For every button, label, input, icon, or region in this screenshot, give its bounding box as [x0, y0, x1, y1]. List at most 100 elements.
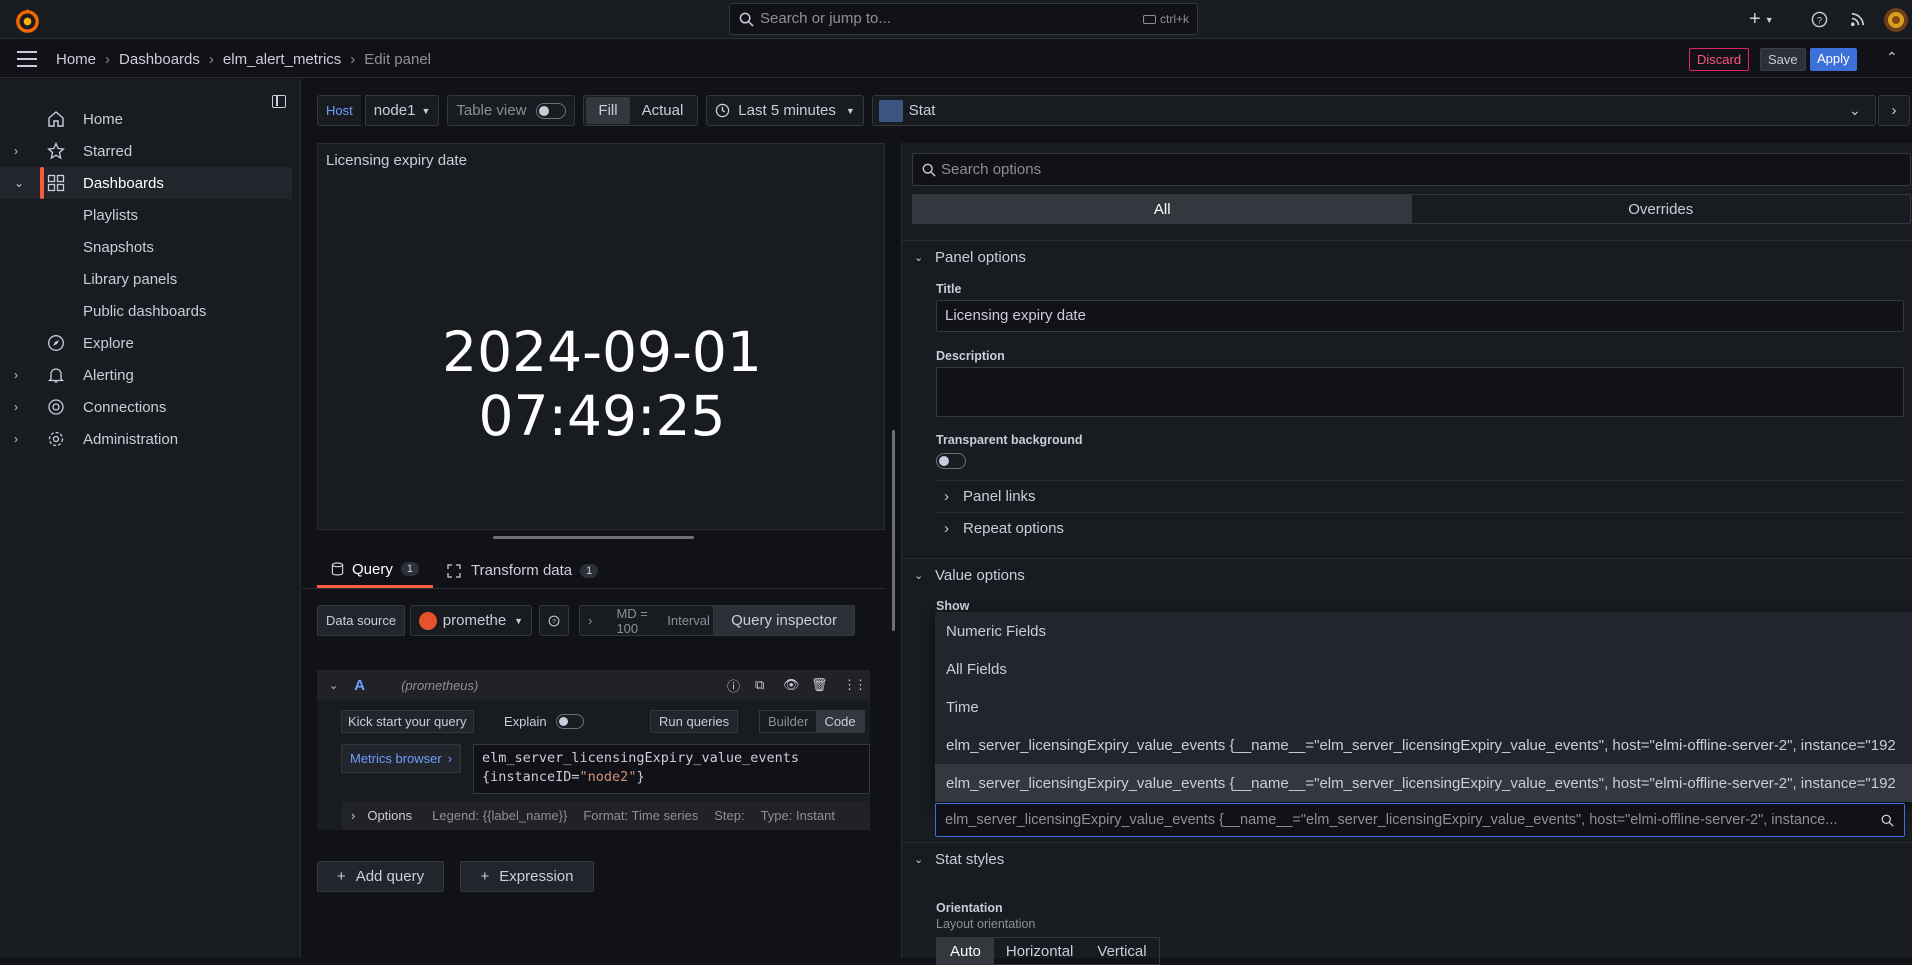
help-button[interactable]: ? [1811, 0, 1828, 39]
kickstart-button[interactable]: Kick start your query [341, 710, 474, 733]
chevron-right-icon[interactable]: › [14, 400, 18, 414]
dropdown-option-time[interactable]: Time [935, 688, 1912, 726]
breadcrumb-home[interactable]: Home [56, 51, 96, 68]
search-icon [922, 163, 936, 177]
tab-transform[interactable]: Transform data 1 [433, 553, 612, 588]
explain-toggle[interactable] [556, 714, 584, 729]
chevron-down-icon: ⌄ [914, 854, 924, 866]
time-range-label: Last 5 minutes [738, 102, 836, 119]
dropdown-option-numeric-fields[interactable]: Numeric Fields [935, 612, 1912, 650]
run-queries-button[interactable]: Run queries [650, 710, 739, 733]
help-icon[interactable]: ⓘ [727, 676, 740, 695]
panel-links-row[interactable]: › Panel links [936, 480, 1904, 512]
metrics-browser-button[interactable]: Metrics browser › [341, 744, 462, 773]
chevron-down-icon: ▼ [421, 105, 431, 116]
repeat-options-label: Repeat options [963, 520, 1064, 537]
time-range-picker[interactable]: Last 5 minutes ▼ [706, 95, 864, 126]
section-stat-styles[interactable]: ⌄ Stat styles [902, 842, 1912, 876]
datasource-help-button[interactable]: ? [539, 605, 570, 636]
duplicate-icon[interactable]: ⧉ [755, 677, 764, 693]
resize-handle[interactable] [493, 536, 694, 539]
toggle-switch[interactable] [536, 102, 567, 119]
sidebar-item-dashboards[interactable]: ⌄ Dashboards [0, 167, 292, 199]
sidebar-item-snapshots[interactable]: Snapshots [0, 231, 292, 263]
transparent-toggle[interactable] [936, 453, 966, 469]
dropdown-option-all-fields[interactable]: All Fields [935, 650, 1912, 688]
drag-handle-icon[interactable]: ⋮⋮ [843, 677, 867, 693]
section-panel-options[interactable]: ⌄ Panel options [902, 240, 1912, 274]
discard-button[interactable]: Discard [1689, 48, 1750, 71]
breadcrumb: Home › Dashboards › elm_alert_metrics › Edi… [56, 40, 431, 78]
news-button[interactable] [1850, 0, 1865, 39]
chevron-down-icon[interactable]: ⌄ [14, 176, 24, 190]
orientation-horizontal[interactable]: Horizontal [994, 938, 1086, 964]
query-options-row[interactable]: › Options Legend: {{label_name}} Format:… [341, 801, 870, 830]
sidebar-item-label: Explore [83, 334, 134, 352]
menu-icon[interactable] [17, 51, 37, 67]
tab-query[interactable]: Query 1 [317, 553, 433, 588]
table-view-toggle[interactable]: Table view [447, 95, 576, 126]
fill-option[interactable]: Fill [586, 97, 630, 124]
fill-actual-segment: Fill Actual [583, 95, 699, 126]
chevron-down-icon[interactable]: ⌄ [1849, 102, 1861, 119]
sidebar-item-public-dashboards[interactable]: Public dashboards [0, 295, 292, 327]
query-ref-id[interactable]: A [354, 677, 365, 694]
breadcrumb-dashboard[interactable]: elm_alert_metrics [223, 51, 341, 68]
visualization-picker[interactable]: Stat ⌄ [871, 95, 1876, 126]
datasource-picker[interactable]: promethe ▼ [410, 605, 533, 636]
collapse-icon[interactable]: ⌃ [1886, 49, 1898, 66]
save-button[interactable]: Save [1760, 48, 1806, 71]
add-query-button[interactable]: + Add query [317, 861, 444, 892]
promql-line-2: {instanceID="node2"} [482, 768, 861, 787]
sidebar-item-playlists[interactable]: Playlists [0, 199, 292, 231]
sidebar-item-label: Connections [83, 398, 167, 416]
sidebar-item-home[interactable]: Home [0, 103, 292, 135]
tab-overrides[interactable]: Overrides [1412, 195, 1911, 223]
vertical-resize-handle[interactable] [892, 430, 895, 631]
chevron-down-icon[interactable]: ⌄ [329, 679, 338, 692]
metrics-browser-label: Metrics browser [350, 751, 442, 766]
apply-button[interactable]: Apply [1810, 48, 1857, 71]
profile-avatar[interactable] [1884, 0, 1908, 39]
sidebar-item-alerting[interactable]: › Alerting [0, 359, 292, 391]
variable-host-select[interactable]: node1 ▼ [364, 95, 440, 126]
options-search-input[interactable]: Search options [912, 153, 1911, 186]
sidebar-item-library-panels[interactable]: Library panels [0, 263, 292, 295]
actual-option[interactable]: Actual [630, 97, 696, 124]
fields-select-input[interactable]: elm_server_licensingExpiry_value_events … [935, 803, 1905, 837]
sidebar-item-explore[interactable]: Explore [0, 327, 292, 359]
query-inspector-button[interactable]: Query inspector [713, 605, 856, 636]
sidebar-item-administration[interactable]: › Administration [0, 423, 292, 455]
search-bar[interactable]: Search or jump to... ctrl+k [729, 3, 1198, 35]
tab-query-count: 1 [400, 562, 419, 576]
trash-icon[interactable]: 🗑 [811, 677, 828, 693]
expression-button[interactable]: + Expression [460, 861, 594, 892]
sidebar-item-connections[interactable]: › Connections [0, 391, 292, 423]
builder-option[interactable]: Builder [760, 711, 816, 732]
new-menu-button[interactable]: + ▼ [1749, 0, 1774, 39]
grafana-logo-icon[interactable] [14, 7, 41, 34]
query-options[interactable]: › MD = 100 Interval = [579, 605, 730, 636]
chevron-right-icon[interactable]: › [14, 144, 18, 158]
plus-icon: + [336, 868, 346, 885]
datasource-name: promethe [442, 612, 507, 629]
tab-all[interactable]: All [913, 195, 1412, 223]
promql-editor[interactable]: elm_server_licensingExpiry_value_events … [473, 744, 870, 794]
chevron-down-icon: ⌄ [914, 252, 924, 264]
sidebar-item-starred[interactable]: › Starred [0, 135, 292, 167]
chevron-right-icon[interactable]: › [14, 368, 18, 382]
title-input[interactable]: Licensing expiry date [936, 300, 1904, 332]
orientation-auto[interactable]: Auto [937, 938, 994, 964]
code-option[interactable]: Code [816, 711, 864, 732]
repeat-options-row[interactable]: › Repeat options [936, 512, 1904, 544]
description-textarea[interactable] [936, 367, 1904, 417]
breadcrumb-dashboards[interactable]: Dashboards [119, 51, 200, 68]
chevron-down-icon: ▼ [845, 105, 855, 116]
chevron-right-icon[interactable]: › [14, 432, 18, 446]
dropdown-option-series-1[interactable]: elm_server_licensingExpiry_value_events … [935, 726, 1912, 764]
eye-icon[interactable]: 👁 [783, 677, 800, 693]
expand-options-button[interactable]: › [1878, 95, 1910, 126]
section-value-options[interactable]: ⌄ Value options [902, 558, 1912, 592]
dropdown-option-series-2[interactable]: elm_server_licensingExpiry_value_events … [935, 764, 1912, 802]
orientation-vertical[interactable]: Vertical [1085, 938, 1158, 964]
